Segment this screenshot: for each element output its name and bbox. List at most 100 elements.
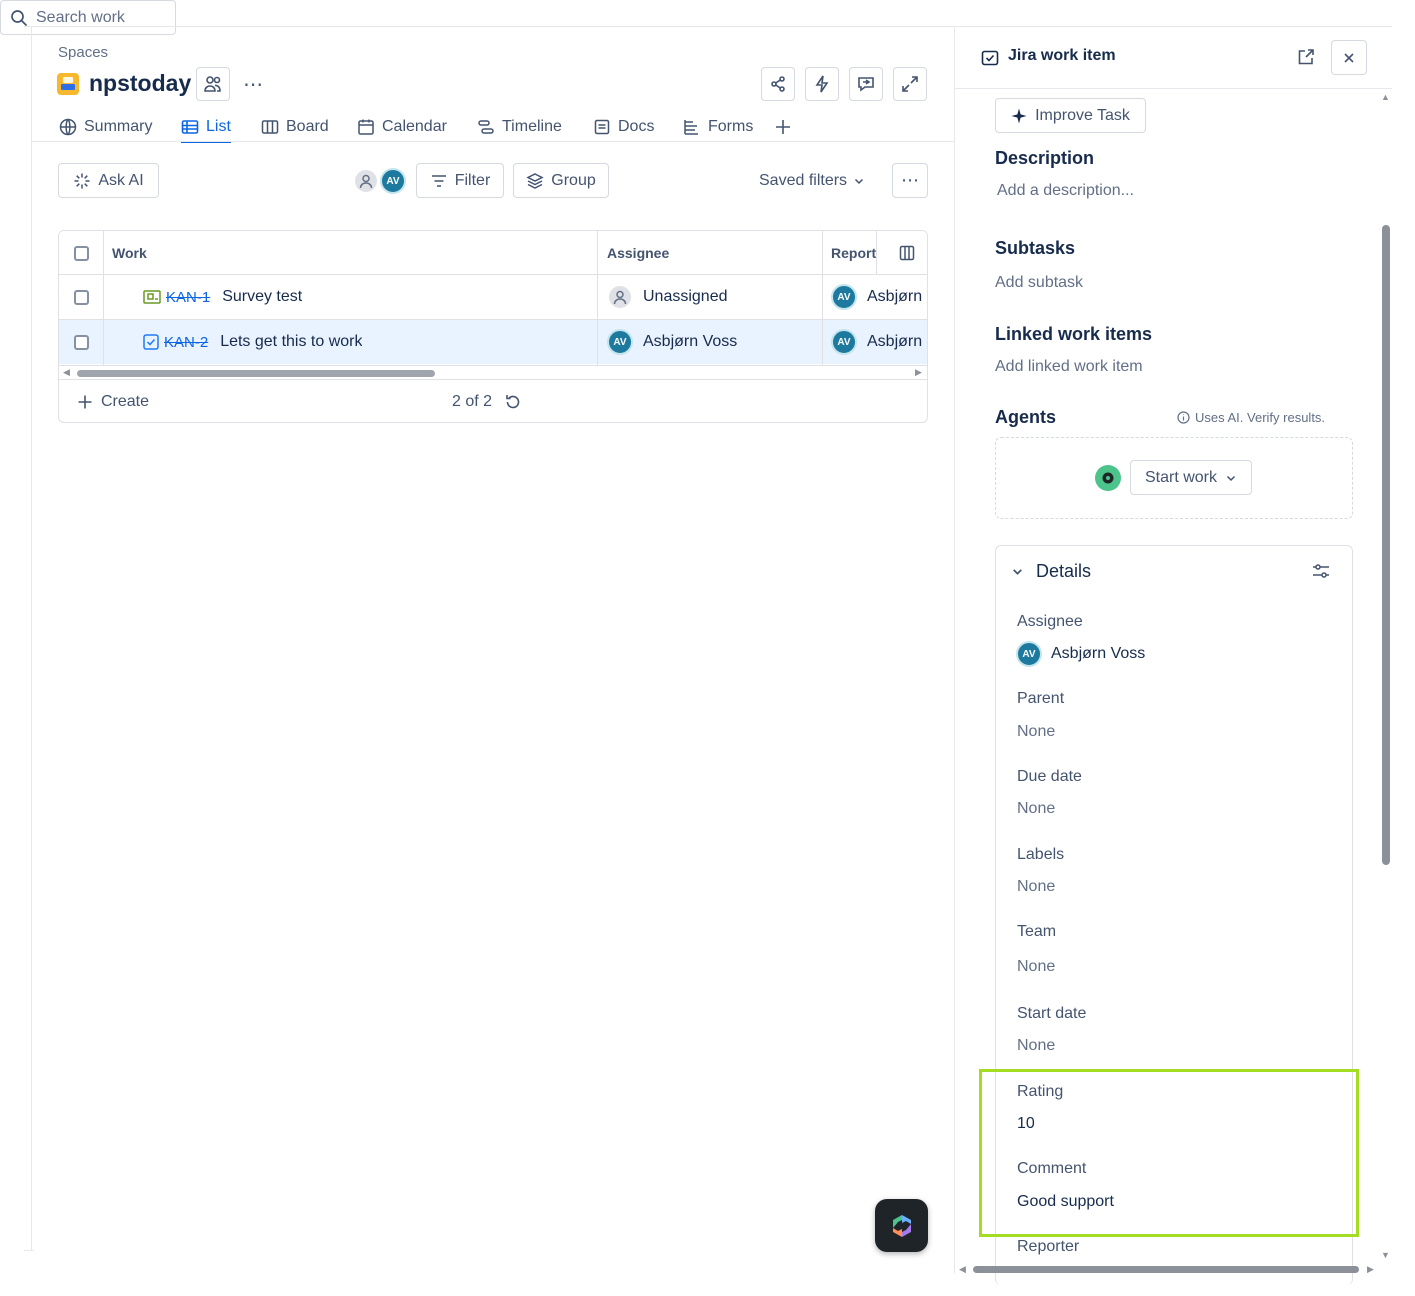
refresh-icon[interactable] — [504, 393, 522, 411]
row-checkbox[interactable] — [73, 334, 89, 350]
fullscreen-button[interactable] — [893, 67, 927, 101]
start-work-dropdown[interactable]: Start work — [1130, 460, 1252, 495]
reporter-cell[interactable]: AV Asbjørn — [831, 275, 922, 319]
reporter-avatar: AV — [831, 284, 857, 310]
header-assignee[interactable]: Assignee — [607, 231, 670, 275]
column-divider[interactable] — [597, 231, 598, 365]
timeline-icon — [478, 120, 494, 134]
project-avatar-icon — [57, 73, 79, 95]
table-row-selected[interactable]: KAN-2 Lets get this to work AV Asbjørn V… — [59, 319, 927, 364]
header-work[interactable]: Work — [112, 231, 147, 275]
info-icon — [1177, 411, 1190, 424]
page-title: npstoday — [89, 70, 192, 96]
team-value[interactable]: None — [1017, 958, 1055, 976]
filter-label: Filter — [454, 171, 491, 189]
description-field[interactable]: Add a description... — [997, 182, 1134, 200]
assignee-cell[interactable]: Unassigned — [607, 275, 728, 319]
frame-top-border — [24, 26, 1392, 27]
scroll-right-icon[interactable]: ▶ — [1367, 1264, 1374, 1275]
user-filter-avatar[interactable]: AV — [380, 168, 406, 194]
scroll-down-icon[interactable]: ▼ — [1381, 1250, 1390, 1260]
group-button[interactable]: Group — [513, 163, 609, 198]
filter-button[interactable]: Filter — [416, 163, 504, 198]
agent-gear-icon — [1102, 472, 1114, 484]
tab-forms[interactable]: Forms — [683, 112, 753, 142]
configure-fields-icon[interactable] — [1311, 562, 1331, 580]
parent-value[interactable]: None — [1017, 723, 1055, 741]
reporter-cell[interactable]: AV Asbjørn — [831, 320, 922, 364]
scroll-right-icon[interactable]: ▶ — [915, 367, 922, 378]
people-button[interactable] — [196, 67, 230, 101]
panel-vertical-scrollbar[interactable] — [1382, 225, 1390, 865]
share-button[interactable] — [761, 67, 795, 101]
scroll-left-icon[interactable]: ◀ — [63, 367, 70, 378]
tab-timeline[interactable]: Timeline — [477, 112, 562, 142]
person-icon — [359, 174, 373, 189]
assignee-name: Unassigned — [643, 288, 728, 305]
table-row[interactable]: KAN-1 Survey test Unassigned AV Asbjørn — [59, 274, 927, 319]
scrollbar-thumb[interactable] — [77, 370, 435, 377]
work-item-key[interactable]: KAN-2 — [164, 334, 208, 351]
due-date-value[interactable]: None — [1017, 800, 1055, 818]
tab-summary[interactable]: Summary — [59, 112, 152, 142]
tab-label: List — [206, 118, 231, 135]
close-icon — [1344, 52, 1354, 63]
scroll-up-icon[interactable]: ▲ — [1381, 92, 1390, 102]
column-divider[interactable] — [822, 231, 823, 365]
board-icon — [261, 120, 279, 134]
column-divider — [103, 231, 104, 365]
saved-filters-dropdown[interactable]: Saved filters — [759, 172, 865, 190]
select-all-checkbox[interactable] — [73, 245, 89, 261]
pane-divider[interactable] — [954, 27, 955, 1273]
work-cell: KAN-2 Lets get this to work — [143, 320, 362, 364]
work-item-summary[interactable]: Survey test — [222, 288, 302, 306]
panel-horizontal-scrollbar[interactable] — [973, 1266, 1359, 1273]
ai-disclaimer-text: Uses AI. Verify results. — [1195, 410, 1326, 425]
project-more-button[interactable]: ⋯ — [243, 72, 264, 97]
tab-board[interactable]: Board — [261, 112, 329, 142]
create-button[interactable]: Create — [77, 380, 150, 422]
calendar-icon — [358, 119, 374, 135]
tab-calendar[interactable]: Calendar — [357, 112, 447, 142]
group-label: Group — [551, 171, 596, 189]
description-heading: Description — [995, 148, 1095, 168]
expand-icon — [902, 76, 918, 92]
header-reporter[interactable]: Report — [831, 231, 877, 275]
automation-button[interactable] — [805, 67, 839, 101]
ask-ai-label: Ask AI — [98, 171, 144, 189]
column-settings-button[interactable] — [885, 231, 927, 275]
ask-ai-button[interactable]: Ask AI — [58, 163, 159, 198]
search-input[interactable]: Search work — [0, 0, 176, 35]
scroll-left-icon[interactable]: ◀ — [959, 1264, 966, 1275]
labels-value[interactable]: None — [1017, 878, 1055, 896]
task-type-icon — [143, 334, 159, 350]
table-horizontal-scrollbar[interactable]: ◀ ▶ — [59, 365, 927, 379]
create-label: Create — [101, 393, 150, 410]
tab-docs[interactable]: Docs — [593, 112, 654, 142]
assignee-cell[interactable]: AV Asbjørn Voss — [607, 320, 737, 364]
person-icon — [613, 290, 627, 305]
start-date-value[interactable]: None — [1017, 1037, 1055, 1055]
add-subtask-button[interactable]: Add subtask — [995, 274, 1083, 292]
more-actions-button[interactable]: ⋯ — [892, 163, 928, 198]
panel-header-divider — [955, 88, 1392, 89]
add-linked-item-button[interactable]: Add linked work item — [995, 358, 1143, 376]
work-item-summary[interactable]: Lets get this to work — [220, 333, 362, 351]
breadcrumb[interactable]: Spaces — [58, 44, 108, 61]
close-panel-button[interactable] — [1331, 40, 1367, 75]
unassigned-filter-avatar[interactable] — [353, 168, 379, 194]
row-checkbox-cell — [59, 275, 103, 319]
filter-icon — [431, 174, 446, 187]
work-item-key[interactable]: KAN-1 — [166, 289, 210, 306]
tab-label: Board — [286, 118, 329, 135]
add-tab-button[interactable] — [774, 112, 792, 142]
parent-label: Parent — [1017, 690, 1065, 707]
details-toggle[interactable]: Details — [1011, 561, 1091, 582]
open-external-icon[interactable] — [1297, 48, 1315, 66]
row-checkbox[interactable] — [73, 289, 89, 305]
assignee-field[interactable]: AV Asbjørn Voss — [1016, 641, 1145, 667]
tab-list[interactable]: List — [181, 112, 231, 143]
feedback-button[interactable] — [849, 67, 883, 101]
rovo-chat-button[interactable] — [875, 1199, 928, 1252]
improve-task-button[interactable]: Improve Task — [995, 98, 1146, 133]
